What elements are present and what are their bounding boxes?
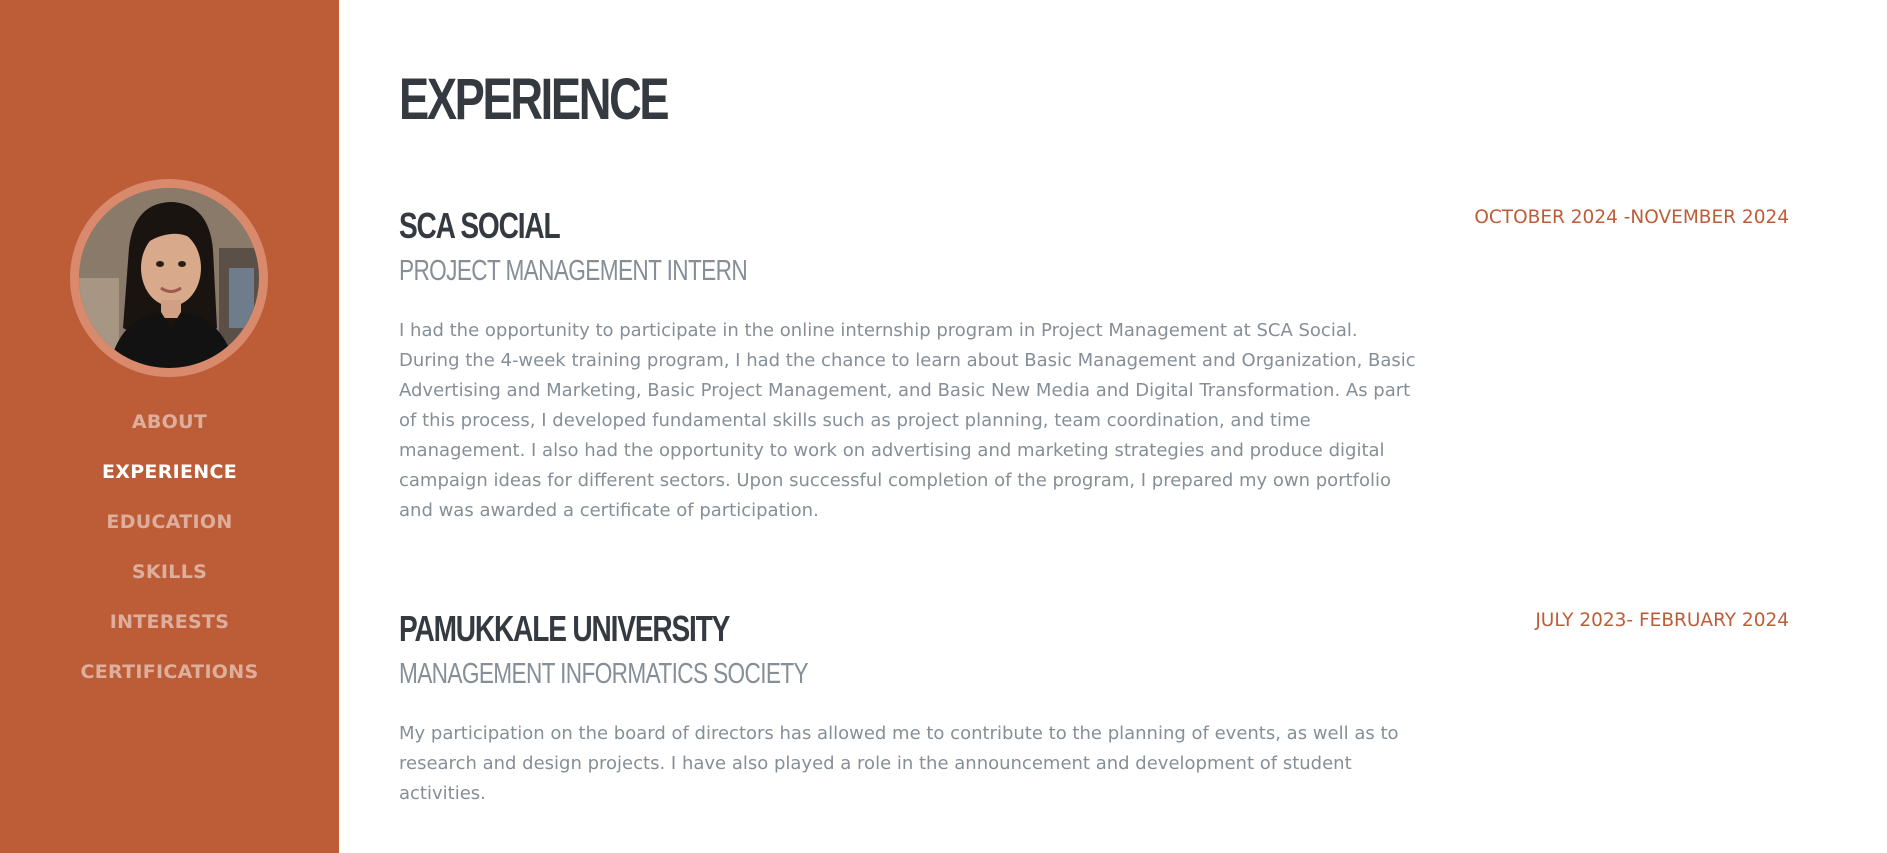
avatar[interactable] (79, 188, 259, 368)
sidebar-nav: ABOUT EXPERIENCE EDUCATION SKILLS INTERE… (0, 400, 339, 700)
nav-item-skills[interactable]: SKILLS (0, 550, 339, 600)
role-title: MANAGEMENT INFORMATICS SOCIETY (399, 658, 809, 690)
entry-description: I had the opportunity to participate in … (399, 320, 1416, 521)
organization-name: PAMUKKALE UNIVERSITY (399, 608, 730, 649)
avatar-ring (70, 179, 268, 377)
page-title: EXPERIENCE (399, 67, 670, 132)
entry-date: JULY 2023- FEBRUARY 2024 (1535, 610, 1789, 631)
entry-description: My participation on the board of directo… (399, 723, 1399, 804)
role-title: PROJECT MANAGEMENT INTERN (399, 255, 748, 287)
sidebar: ABOUT EXPERIENCE EDUCATION SKILLS INTERE… (0, 0, 339, 853)
main-content: EXPERIENCE SCA SOCIAL PROJECT MANAGEMENT… (399, 0, 1789, 853)
nav-item-certifications[interactable]: CERTIFICATIONS (0, 650, 339, 700)
nav-item-education[interactable]: EDUCATION (0, 500, 339, 550)
nav-item-interests[interactable]: INTERESTS (0, 600, 339, 650)
entry-date: OCTOBER 2024 -NOVEMBER 2024 (1474, 207, 1789, 228)
organization-name: SCA SOCIAL (399, 205, 561, 246)
profile-photo-icon (79, 188, 259, 368)
nav-item-experience[interactable]: EXPERIENCE (0, 450, 339, 500)
nav-item-about[interactable]: ABOUT (0, 400, 339, 450)
